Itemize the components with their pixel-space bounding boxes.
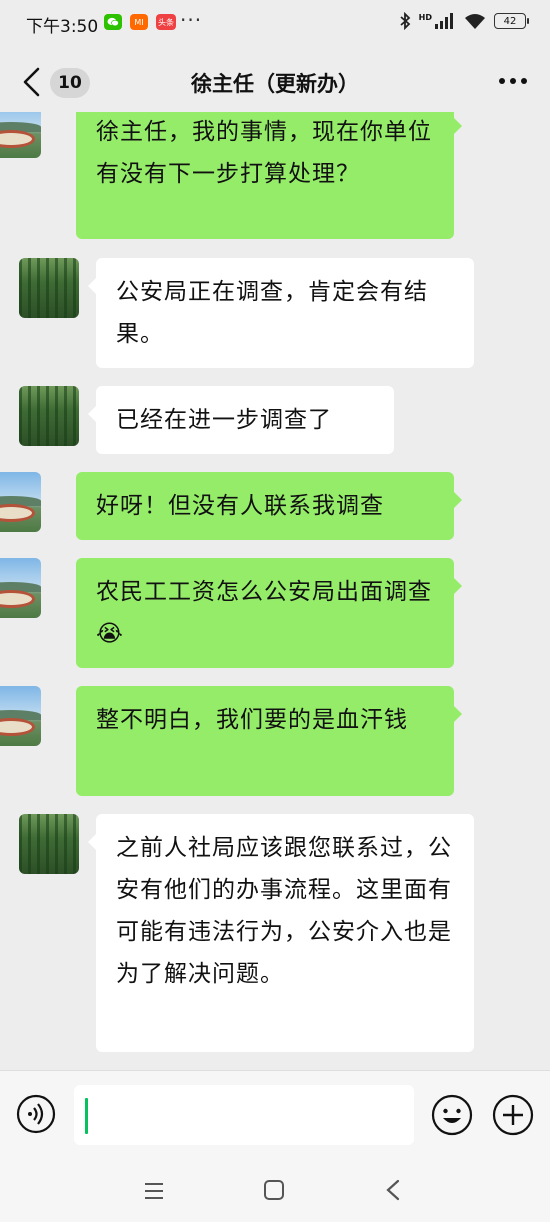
message-row-outgoing: 整不明白，我们要的是血汗钱 bbox=[0, 686, 550, 796]
toutiao-icon: 头条 bbox=[156, 14, 176, 30]
voice-input-button[interactable] bbox=[16, 1094, 56, 1134]
battery-icon: 42 bbox=[494, 13, 529, 29]
system-back-button[interactable] bbox=[383, 1178, 403, 1202]
recent-apps-button[interactable] bbox=[143, 1180, 165, 1202]
message-bubble-outgoing[interactable]: 整不明白，我们要的是血汗钱 bbox=[76, 686, 462, 796]
user-avatar[interactable] bbox=[0, 112, 41, 158]
input-bar bbox=[0, 1070, 550, 1161]
status-bar: 下午3:50 MI 头条 ··· HD 42 bbox=[0, 0, 550, 46]
contact-avatar[interactable] bbox=[19, 814, 79, 874]
emoji-button[interactable] bbox=[431, 1094, 473, 1136]
message-row-incoming: 之前人社局应该跟您联系过，公安有他们的办事流程。这里面有可能有违法行为，公安介入… bbox=[0, 814, 550, 1052]
battery-level: 42 bbox=[503, 15, 517, 27]
signal-icon bbox=[435, 13, 453, 29]
user-avatar[interactable] bbox=[0, 472, 41, 532]
chat-header: 10 徐主任（更新办） bbox=[0, 52, 550, 112]
message-input[interactable] bbox=[74, 1085, 414, 1145]
message-row-incoming: 公安局正在调查，肯定会有结果。 bbox=[0, 258, 550, 368]
more-options-button[interactable] bbox=[496, 66, 530, 96]
message-row-outgoing: 徐主任，我的事情，现在你单位有没有下一步打算处理？ bbox=[0, 112, 550, 240]
contact-avatar[interactable] bbox=[19, 386, 79, 446]
more-icon bbox=[499, 78, 527, 84]
more-functions-button[interactable] bbox=[492, 1094, 534, 1136]
message-bubble-outgoing[interactable]: 农民工工资怎么公安局出面调查😭 bbox=[76, 558, 462, 668]
emoji-icon bbox=[431, 1094, 473, 1136]
bluetooth-icon bbox=[400, 12, 410, 30]
message-bubble-incoming[interactable]: 公安局正在调查，肯定会有结果。 bbox=[88, 258, 474, 368]
home-square-icon bbox=[264, 1180, 284, 1200]
home-button[interactable] bbox=[262, 1178, 286, 1202]
system-navigation-bar bbox=[0, 1160, 550, 1222]
contact-avatar[interactable] bbox=[19, 258, 79, 318]
message-bubble-outgoing[interactable]: 徐主任，我的事情，现在你单位有没有下一步打算处理？ bbox=[76, 112, 462, 239]
wechat-icon bbox=[104, 14, 122, 30]
user-avatar[interactable] bbox=[0, 558, 41, 618]
plus-icon bbox=[492, 1094, 534, 1136]
network-type-label: HD bbox=[418, 12, 432, 22]
message-row-outgoing: 好呀！但没有人联系我调查 bbox=[0, 472, 550, 540]
status-more-icon: ··· bbox=[180, 8, 203, 32]
back-button[interactable] bbox=[18, 66, 48, 98]
message-bubble-incoming[interactable]: 之前人社局应该跟您联系过，公安有他们的办事流程。这里面有可能有违法行为，公安介入… bbox=[88, 814, 474, 1052]
status-app-icons: MI 头条 bbox=[104, 14, 176, 30]
message-row-outgoing: 农民工工资怎么公安局出面调查😭 bbox=[0, 558, 550, 668]
unread-count-badge[interactable]: 10 bbox=[50, 68, 90, 98]
voice-icon bbox=[16, 1094, 56, 1134]
mi-icon: MI bbox=[130, 14, 148, 30]
user-avatar[interactable] bbox=[0, 686, 41, 746]
menu-icon bbox=[145, 1183, 163, 1199]
message-bubble-incoming[interactable]: 已经在进一步调查了 bbox=[88, 386, 394, 454]
message-list[interactable]: 徐主任，我的事情，现在你单位有没有下一步打算处理？ 公安局正在调查，肯定会有结果… bbox=[0, 112, 550, 1070]
message-bubble-outgoing[interactable]: 好呀！但没有人联系我调查 bbox=[76, 472, 462, 540]
text-caret bbox=[85, 1098, 88, 1134]
message-row-incoming: 已经在进一步调查了 bbox=[0, 386, 550, 454]
wifi-icon bbox=[465, 14, 485, 29]
status-indicators: HD 42 bbox=[399, 12, 529, 30]
chevron-left-icon bbox=[23, 67, 40, 97]
status-time: 下午3:50 bbox=[26, 17, 99, 37]
back-arrow-icon bbox=[386, 1179, 400, 1201]
